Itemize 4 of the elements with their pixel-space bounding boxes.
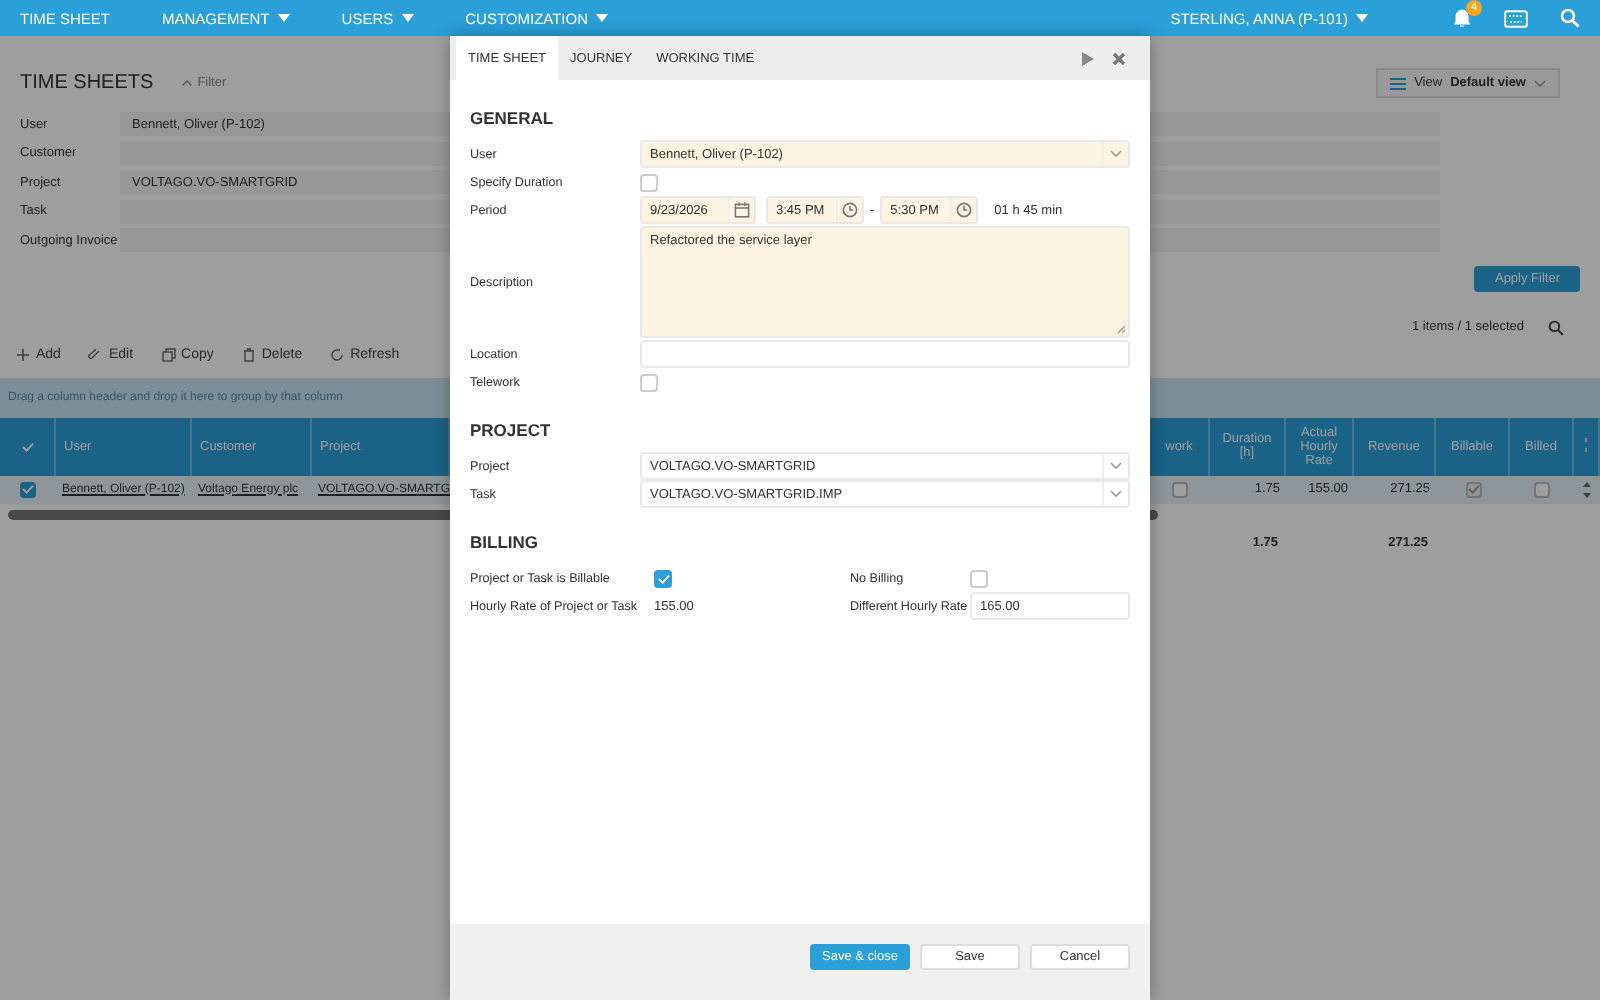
section-title: BILLING xyxy=(470,532,540,552)
section-title: PROJECT xyxy=(470,420,553,440)
page-title: TIME SHEETS xyxy=(20,72,154,94)
section-title: GENERAL xyxy=(470,108,556,128)
